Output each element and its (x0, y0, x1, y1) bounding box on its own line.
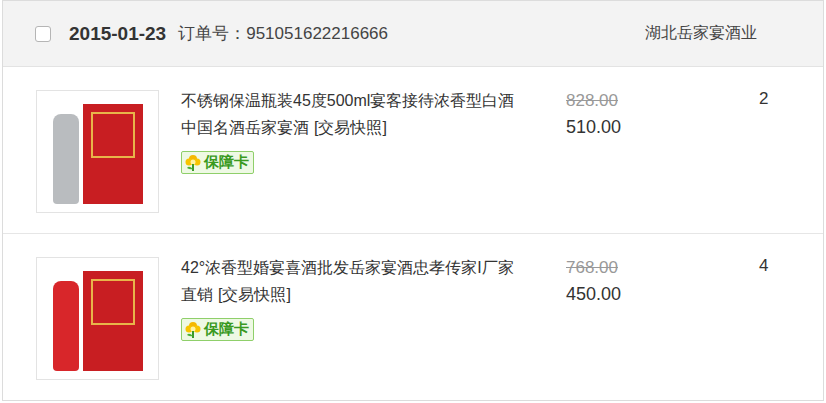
snapshot-link[interactable]: [交易快照] (218, 286, 291, 303)
product-image[interactable] (36, 90, 159, 213)
guarantee-badge[interactable]: 保障卡 (181, 151, 254, 174)
order-number: 订单号：951051622216666 (178, 22, 388, 45)
guarantee-badge[interactable]: 保障卡 (181, 318, 254, 341)
order-header: 2015-01-23 订单号：951051622216666 湖北岳家宴酒业 (3, 1, 823, 67)
bottle-shape (53, 114, 79, 204)
order-card: 2015-01-23 订单号：951051622216666 湖北岳家宴酒业 不… (2, 0, 824, 401)
quantity: 4 (759, 254, 823, 380)
box-shape (83, 104, 143, 204)
shop-name[interactable]: 湖北岳家宴酒业 (645, 23, 757, 44)
order-item: 不锈钢保温瓶装45度500ml宴客接待浓香型白酒中国名酒岳家宴酒[交易快照] 保… (3, 67, 823, 234)
bottle-shape (53, 281, 79, 371)
original-price: 828.00 (566, 88, 759, 113)
product-title[interactable]: 42°浓香型婚宴喜酒批发岳家宴酒忠孝传家I厂家直销[交易快照] (181, 254, 526, 308)
order-checkbox[interactable] (35, 26, 51, 42)
quantity: 2 (759, 87, 823, 213)
order-date: 2015-01-23 (69, 23, 166, 45)
flower-icon (184, 321, 202, 339)
box-shape (83, 271, 143, 371)
price: 510.00 (566, 113, 759, 141)
original-price: 768.00 (566, 255, 759, 280)
flower-icon (184, 154, 202, 172)
product-image[interactable] (36, 257, 159, 380)
snapshot-link[interactable]: [交易快照] (314, 119, 387, 136)
product-title[interactable]: 不锈钢保温瓶装45度500ml宴客接待浓香型白酒中国名酒岳家宴酒[交易快照] (181, 87, 526, 141)
order-item: 42°浓香型婚宴喜酒批发岳家宴酒忠孝传家I厂家直销[交易快照] 保障卡 768.… (3, 234, 823, 400)
price: 450.00 (566, 280, 759, 308)
